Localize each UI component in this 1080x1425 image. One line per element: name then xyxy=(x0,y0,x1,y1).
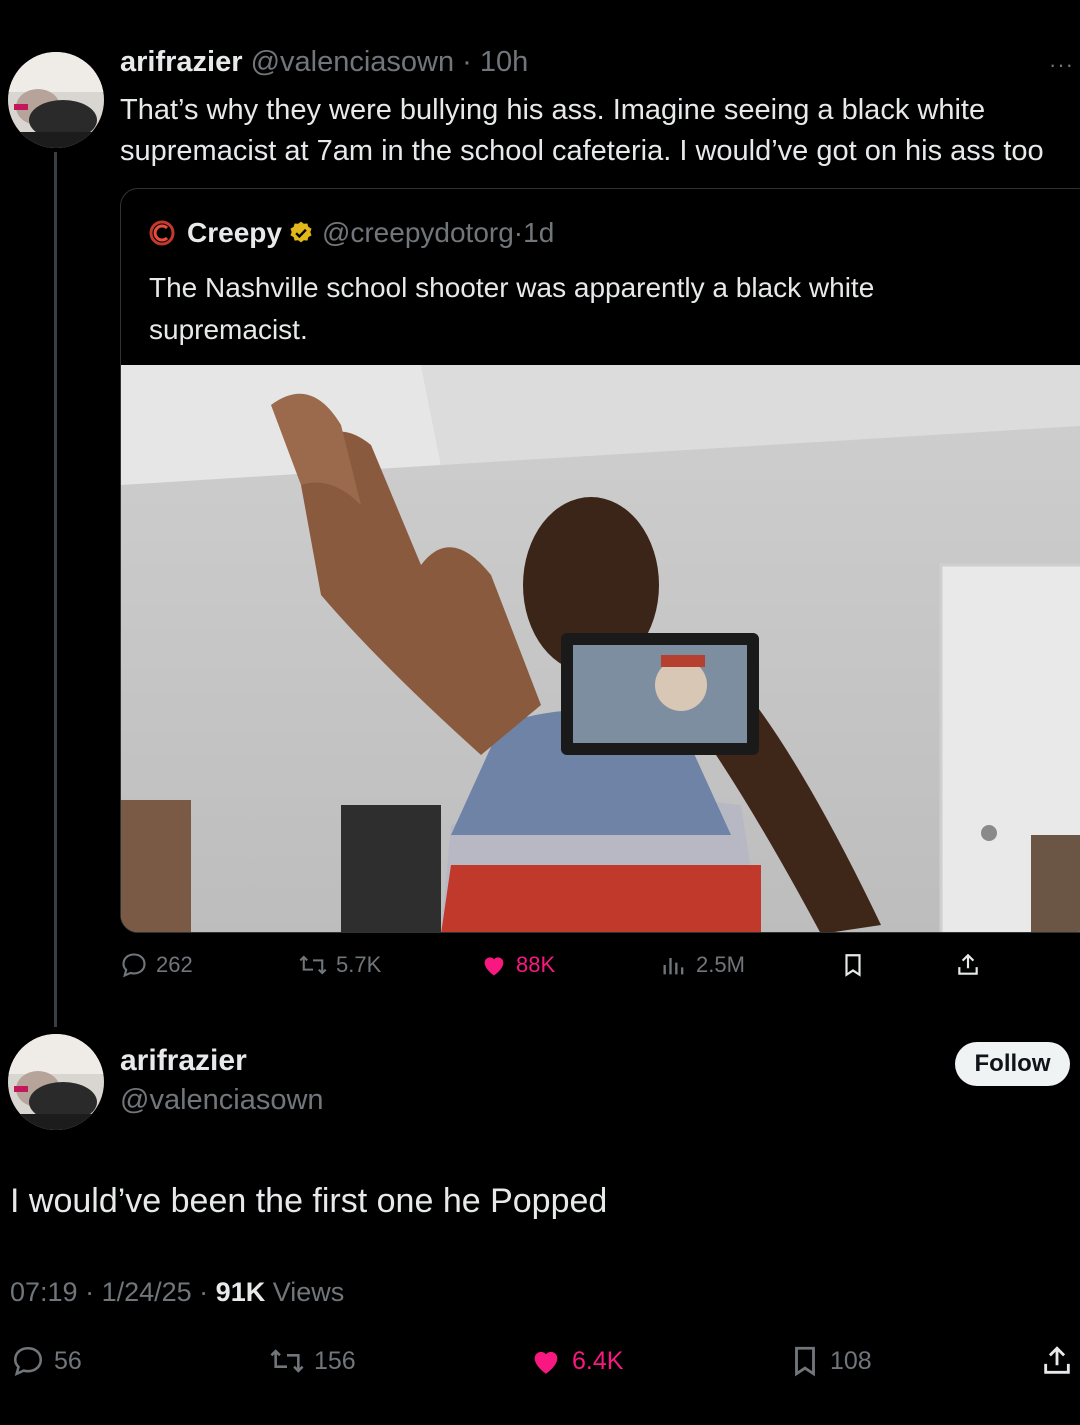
reply-icon xyxy=(13,1346,43,1376)
repost-count: 156 xyxy=(314,1346,356,1375)
share-icon xyxy=(1044,1346,1070,1374)
heart-icon xyxy=(484,957,504,976)
like-count: 88K xyxy=(516,952,556,977)
tweet-text-line: That’s why they were bullying his ass. I… xyxy=(120,94,986,126)
analytics-icon xyxy=(663,958,684,975)
verified-badge-icon xyxy=(290,221,312,243)
tweet-text: I would’ve been the first one he Popped xyxy=(10,1182,608,1220)
reply-button[interactable]: 56 xyxy=(10,1344,82,1378)
avatar[interactable] xyxy=(8,52,104,148)
share-button[interactable] xyxy=(1040,1344,1080,1378)
like-button[interactable]: 6.4K xyxy=(528,1344,623,1378)
views-count: 2.5M xyxy=(696,952,745,977)
like-button[interactable]: 88K xyxy=(480,951,555,979)
display-name[interactable]: arifrazier xyxy=(120,1044,247,1078)
quoted-text-line: supremacist. xyxy=(149,314,308,345)
quoted-tweet-photo[interactable] xyxy=(121,365,1080,932)
avatar[interactable] xyxy=(8,1034,104,1130)
reply-count: 56 xyxy=(54,1346,82,1375)
repost-button[interactable]: 5.7K xyxy=(298,951,381,979)
quoted-timestamp: 1d xyxy=(523,217,555,248)
repost-icon xyxy=(270,1349,304,1373)
tweet-meta: 07:19 · 1/24/25 · 91K Views xyxy=(10,1277,345,1307)
bookmark-icon xyxy=(795,1346,815,1377)
views-button[interactable]: 2.5M xyxy=(660,951,745,979)
heart-icon xyxy=(534,1351,558,1374)
bookmark-count: 108 xyxy=(830,1346,872,1375)
display-name[interactable]: arifrazier xyxy=(120,46,243,78)
quoted-handle[interactable]: @creepydotorg xyxy=(322,217,514,249)
views-label: Views xyxy=(272,1277,345,1307)
bookmark-icon xyxy=(845,954,861,977)
creepy-logo-icon xyxy=(149,220,175,246)
reply-count: 262 xyxy=(156,952,193,977)
tweet-text: That’s why they were bullying his ass. I… xyxy=(120,90,1080,172)
quoted-tweet-header: Creepy @creepydotorg · 1d xyxy=(149,217,554,249)
handle[interactable]: @valenciasown xyxy=(120,1084,324,1117)
repost-count: 5.7K xyxy=(336,952,382,977)
quoted-text-line: The Nashville school shooter was apparen… xyxy=(149,272,875,303)
bookmark-button[interactable] xyxy=(840,951,874,979)
views-total: 91K xyxy=(215,1277,266,1307)
reply-button[interactable]: 262 xyxy=(120,951,193,979)
tweet-date[interactable]: 1/24/25 xyxy=(102,1277,192,1307)
handle[interactable]: @valenciasown xyxy=(251,46,455,78)
share-icon xyxy=(958,953,978,975)
quoted-display-name[interactable]: Creepy xyxy=(187,217,282,249)
share-button[interactable] xyxy=(955,951,989,979)
follow-button[interactable]: Follow xyxy=(955,1042,1070,1086)
thread-connector-line xyxy=(54,152,57,1027)
tweet-time[interactable]: 07:19 xyxy=(10,1277,78,1307)
tweet-text-line: supremacist at 7am in the school cafeter… xyxy=(120,135,1044,167)
quoted-tweet-text: The Nashville school shooter was apparen… xyxy=(149,267,1049,351)
more-dots-icon[interactable]: ··· xyxy=(1049,52,1074,78)
repost-icon xyxy=(299,955,327,975)
bookmark-button[interactable]: 108 xyxy=(788,1344,872,1378)
quoted-tweet-card[interactable]: Creepy @creepydotorg · 1d The Nashville … xyxy=(120,188,1080,933)
timestamp[interactable]: 10h xyxy=(480,46,528,78)
repost-button[interactable]: 156 xyxy=(268,1344,356,1378)
reply-icon xyxy=(122,953,146,978)
like-count: 6.4K xyxy=(572,1346,624,1375)
tweet-header: arifrazier @valenciasown · 10h xyxy=(120,46,529,78)
